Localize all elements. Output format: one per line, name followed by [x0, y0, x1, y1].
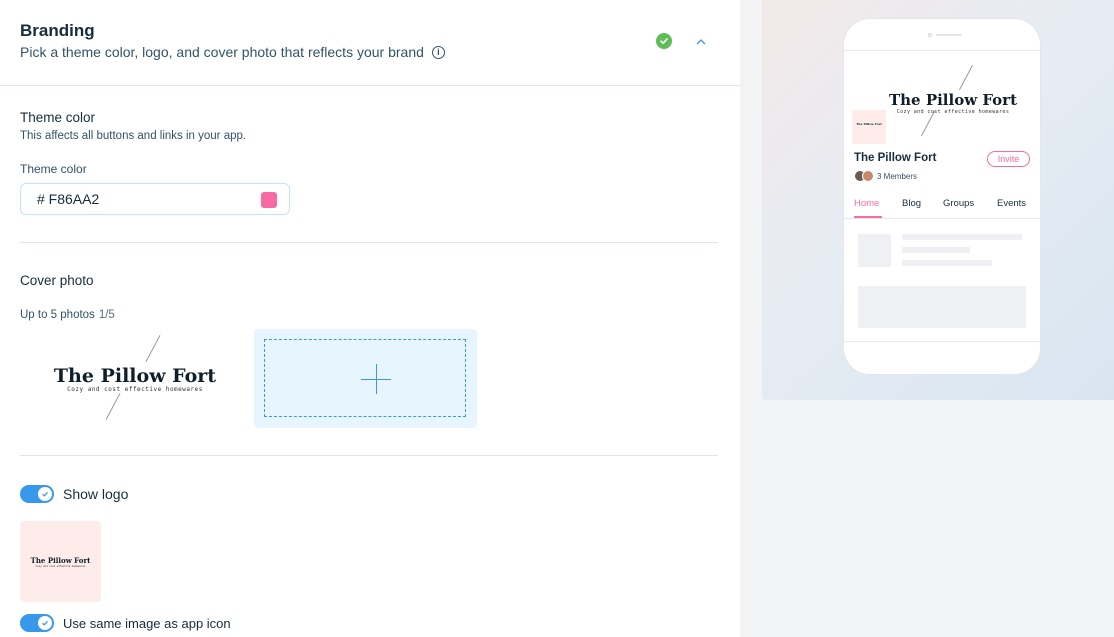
branding-subtitle: Pick a theme color, logo, and cover phot… — [20, 44, 424, 60]
skeleton-line — [902, 247, 970, 253]
cover-photo-title: Cover photo — [20, 273, 94, 288]
tab-events[interactable]: Events — [997, 198, 1026, 209]
theme-color-field-label: Theme color — [20, 162, 87, 176]
skeleton-block — [858, 286, 1026, 328]
phone-preview: The Pillow Fort Cozy and cost effective … — [844, 19, 1040, 374]
preview-cover-title: The Pillow Fort — [888, 91, 1017, 109]
preview-tabs: Home Blog Groups Events — [844, 195, 1040, 219]
app-icon-toggle[interactable] — [20, 614, 54, 632]
check-icon — [42, 620, 48, 626]
logo-small-title: The Pillow Fort — [30, 555, 91, 565]
show-logo-toggle[interactable] — [20, 485, 54, 503]
members-row[interactable]: 3 Members — [854, 170, 917, 182]
logo-slash-decoration — [105, 393, 121, 420]
members-count: 3 Members — [877, 171, 918, 181]
skeleton-line — [902, 234, 1022, 240]
cover-logo-tagline: Cozy and cost effective homewares — [67, 386, 203, 393]
toggle-knob — [38, 616, 52, 630]
preview-logo: The Pillow Fort — [852, 110, 886, 144]
invite-button[interactable]: Invite — [987, 151, 1030, 167]
logo-small-tagline: Cozy and cost effective homewares — [35, 564, 86, 568]
phone-status-bar — [844, 19, 1040, 51]
divider — [20, 455, 718, 456]
avatar — [862, 170, 874, 182]
branding-subtitle-row: Pick a theme color, logo, and cover phot… — [20, 44, 445, 60]
preview-content-placeholder — [844, 220, 1040, 340]
branding-header[interactable]: Branding Pick a theme color, logo, and c… — [0, 0, 740, 86]
phone-bottom-bar — [844, 341, 1040, 342]
tab-blog[interactable]: Blog — [902, 198, 921, 209]
preview-background: The Pillow Fort Cozy and cost effective … — [762, 0, 1114, 400]
cover-photo-limit: Up to 5 photos 1/5 — [20, 309, 115, 321]
toggle-knob — [38, 487, 52, 501]
preview-group-name: The Pillow Fort — [854, 152, 937, 164]
check-circle-icon — [656, 33, 672, 49]
tab-home[interactable]: Home — [854, 198, 879, 209]
theme-color-value: # F86AA2 — [37, 191, 100, 207]
collapse-button[interactable] — [690, 31, 712, 53]
add-cover-photo-button[interactable] — [254, 329, 477, 428]
branding-title: Branding — [20, 21, 95, 40]
theme-color-title: Theme color — [20, 110, 96, 125]
chevron-up-icon — [696, 39, 706, 45]
logo-art-small: The Pillow Fort Cozy and cost effective … — [26, 556, 96, 568]
cover-photo-limit-label: Up to 5 photos — [20, 309, 95, 321]
cover-logo-title: The Pillow Fort — [53, 365, 217, 387]
theme-color-input[interactable]: # F86AA2 — [20, 183, 290, 215]
plus-icon-vertical — [376, 364, 377, 394]
preview-logo-title: The Pillow Fort — [856, 122, 882, 126]
tab-groups[interactable]: Groups — [943, 198, 974, 209]
preview-panel: The Pillow Fort Cozy and cost effective … — [740, 0, 1114, 637]
branding-settings-panel: Branding Pick a theme color, logo, and c… — [0, 0, 740, 637]
add-cover-photo-dropzone — [264, 339, 466, 417]
cover-photo-count: 1/5 — [98, 309, 115, 321]
phone-speaker — [928, 33, 962, 37]
theme-color-swatch[interactable] — [261, 192, 277, 208]
cover-photo-thumbnail[interactable]: The Pillow Fort Cozy and cost effective … — [20, 330, 250, 428]
show-logo-label: Show logo — [63, 486, 129, 502]
check-icon — [42, 491, 48, 497]
info-icon[interactable]: i — [431, 45, 445, 59]
active-tab-indicator — [854, 216, 882, 218]
logo-thumbnail[interactable]: The Pillow Fort Cozy and cost effective … — [20, 521, 101, 602]
logo-slash-decoration — [958, 64, 974, 91]
theme-color-description: This affects all buttons and links in yo… — [20, 130, 247, 142]
skeleton-line — [902, 260, 992, 266]
app-icon-label: Use same image as app icon — [63, 616, 231, 631]
cover-logo-art: The Pillow Fort Cozy and cost effective … — [20, 330, 250, 428]
skeleton-thumbnail — [858, 234, 891, 267]
logo-slash-decoration — [145, 335, 161, 362]
divider — [20, 242, 718, 243]
